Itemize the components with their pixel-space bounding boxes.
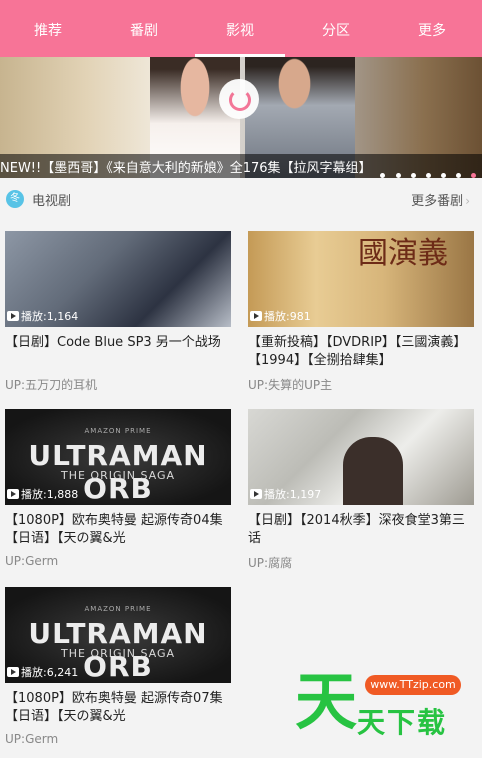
page-dot[interactable] bbox=[410, 173, 416, 178]
uploader[interactable]: UP:Germ bbox=[5, 554, 231, 568]
page-dot[interactable] bbox=[380, 173, 386, 178]
section-title: 电视剧 bbox=[32, 194, 72, 209]
thumbnail-subtitle: THE ORIGIN SAGA bbox=[60, 469, 176, 482]
play-count-label: 播放:981 bbox=[264, 310, 311, 323]
tab-recommend[interactable]: 推荐 bbox=[0, 0, 96, 57]
video-thumbnail[interactable]: 國演義 播放:981 bbox=[248, 231, 474, 327]
tab-label: 更多 bbox=[418, 23, 446, 39]
tab-categories[interactable]: 分区 bbox=[288, 0, 384, 57]
play-count: 播放:6,241 bbox=[7, 664, 78, 680]
tab-label: 番剧 bbox=[130, 23, 158, 39]
play-icon bbox=[250, 311, 262, 321]
tv-icon: 冬 bbox=[6, 190, 24, 208]
chevron-right-icon: › bbox=[465, 194, 470, 208]
tab-label: 影视 bbox=[226, 23, 254, 39]
video-title[interactable]: 【日剧】Code Blue SP3 另一个战场 bbox=[5, 334, 231, 370]
more-link-label: 更多番剧 bbox=[411, 194, 464, 209]
play-icon bbox=[7, 667, 19, 677]
video-thumbnail[interactable]: AMAZON PRIME ULTRAMAN ORB THE ORIGIN SAG… bbox=[5, 409, 231, 505]
thumbnail-text: AMAZON PRIME bbox=[84, 605, 152, 613]
tab-movies-tv[interactable]: 影视 bbox=[192, 0, 288, 57]
play-icon bbox=[7, 489, 19, 499]
play-count-label: 播放:1,164 bbox=[21, 310, 79, 323]
video-title[interactable]: 【重新投稿】【DVDRIP】【三國演義】【1994】【全捌拾肆集】 bbox=[248, 334, 474, 370]
play-count: 播放:1,164 bbox=[7, 308, 78, 324]
tab-label: 推荐 bbox=[34, 23, 62, 39]
video-card[interactable]: 播放:1,164 【日剧】Code Blue SP3 另一个战场 UP:五万刀的… bbox=[5, 231, 231, 393]
uploader[interactable]: UP:失算的UP主 bbox=[248, 376, 474, 393]
tab-more[interactable]: 更多 bbox=[384, 0, 480, 57]
loading-spinner-icon bbox=[219, 79, 259, 119]
thumbnail-text: 國演義 bbox=[358, 236, 448, 271]
section-header: 冬 电视剧 更多番剧 › bbox=[0, 184, 482, 214]
watermark-name: 天下载 bbox=[357, 706, 448, 739]
play-count: 播放:1,888 bbox=[7, 486, 78, 502]
uploader[interactable]: UP:Germ bbox=[5, 732, 231, 746]
page-dot[interactable] bbox=[395, 173, 401, 178]
video-card[interactable]: 國演義 播放:981 【重新投稿】【DVDRIP】【三國演義】【1994】【全捌… bbox=[248, 231, 474, 393]
play-count: 播放:981 bbox=[250, 308, 311, 324]
play-icon bbox=[250, 489, 262, 499]
tab-label: 分区 bbox=[322, 23, 350, 39]
video-card[interactable]: AMAZON PRIME ULTRAMAN ORB THE ORIGIN SAG… bbox=[5, 409, 231, 568]
banner-page-indicator bbox=[375, 163, 476, 178]
video-thumbnail[interactable]: AMAZON PRIME ULTRAMAN ORB THE ORIGIN SAG… bbox=[5, 587, 231, 683]
banner-caption: NEW!!【墨西哥】《来自意大利的新娘》全176集【拉风字幕组】 bbox=[0, 161, 372, 176]
play-count: 播放:1,197 bbox=[250, 486, 321, 502]
play-count-label: 播放:1,888 bbox=[21, 488, 79, 501]
more-bangumi-link[interactable]: 更多番剧 › bbox=[411, 190, 470, 209]
video-card[interactable]: 播放:1,197 【日剧】【2014秋季】深夜食堂3第三话 UP:腐腐 bbox=[248, 409, 474, 571]
page-dot[interactable] bbox=[440, 173, 446, 178]
tab-bangumi[interactable]: 番剧 bbox=[96, 0, 192, 57]
page-dot[interactable] bbox=[455, 173, 461, 178]
page-dot-active[interactable] bbox=[471, 173, 476, 178]
thumbnail-subtitle: THE ORIGIN SAGA bbox=[60, 647, 176, 660]
video-thumbnail[interactable]: 播放:1,197 bbox=[248, 409, 474, 505]
page-dot[interactable] bbox=[425, 173, 431, 178]
banner-caption-bar: NEW!!【墨西哥】《来自意大利的新娘》全176集【拉风字幕组】 bbox=[0, 154, 482, 178]
play-count-label: 播放:6,241 bbox=[21, 666, 79, 679]
video-title[interactable]: 【1080P】欧布奥特曼 起源传奇07集【日语】【天の翼&光 bbox=[5, 690, 231, 726]
watermark-logo: 天 bbox=[295, 665, 358, 738]
play-icon bbox=[7, 311, 19, 321]
watermark-url: www.TTzip.com bbox=[365, 675, 461, 695]
featured-banner[interactable]: NEW!!【墨西哥】《来自意大利的新娘》全176集【拉风字幕组】 bbox=[0, 57, 482, 178]
thumbnail-person bbox=[343, 437, 403, 505]
video-title[interactable]: 【1080P】欧布奥特曼 起源传奇04集【日语】【天の翼&光 bbox=[5, 512, 231, 548]
thumbnail-text: AMAZON PRIME bbox=[84, 427, 152, 435]
uploader[interactable]: UP:五万刀的耳机 bbox=[5, 376, 231, 393]
video-card[interactable]: AMAZON PRIME ULTRAMAN ORB THE ORIGIN SAG… bbox=[5, 587, 231, 746]
top-tab-bar: 推荐 番剧 影视 分区 更多 bbox=[0, 0, 482, 57]
video-title[interactable]: 【日剧】【2014秋季】深夜食堂3第三话 bbox=[248, 512, 474, 548]
video-thumbnail[interactable]: 播放:1,164 bbox=[5, 231, 231, 327]
play-count-label: 播放:1,197 bbox=[264, 488, 322, 501]
uploader[interactable]: UP:腐腐 bbox=[248, 554, 474, 571]
site-watermark: 天 www.TTzip.com 天下载 bbox=[293, 667, 478, 755]
